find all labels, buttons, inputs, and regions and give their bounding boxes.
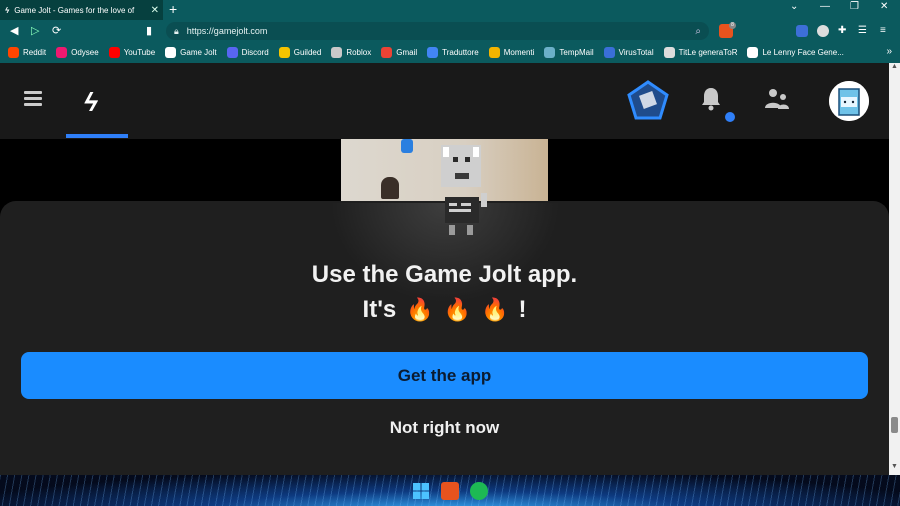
browser-tab-active[interactable]: ϟ Game Jolt - Games for the love of ✕ [0, 0, 163, 20]
windows-taskbar [0, 475, 900, 506]
bookmark-label: VirusTotal [618, 48, 654, 57]
bookmark-favicon-icon [108, 47, 120, 58]
friends-icon[interactable] [764, 88, 790, 110]
bookmark-favicon-icon [56, 47, 68, 58]
fire-icon: 🔥 [481, 297, 509, 322]
menu-icon[interactable] [24, 91, 42, 107]
bookmark-item[interactable]: TempMail [544, 47, 594, 58]
bookmark-label: Odysee [71, 48, 99, 57]
bookmark-label: Guilded [293, 48, 322, 57]
bookmark-favicon-icon [603, 47, 615, 58]
bookmark-label: YouTube [123, 48, 156, 57]
get-the-app-button[interactable]: Get the app [21, 352, 868, 399]
bookmark-item[interactable]: Discord [226, 47, 269, 58]
bookmarks-overflow-icon[interactable]: » [886, 46, 892, 57]
bookmark-item[interactable]: Gmail [381, 47, 417, 58]
prompt-subtitle-text: It's [362, 296, 397, 323]
not-right-now-button[interactable]: Not right now [0, 418, 889, 438]
bookmark-label: TempMail [559, 48, 594, 57]
prompt-exclaim: ! [518, 296, 527, 323]
bookmark-label: Reddit [23, 48, 47, 57]
bookmark-label: Momenti [503, 48, 535, 57]
bookmark-favicon-icon [544, 47, 556, 58]
lock-icon: 🔒︎ [174, 25, 179, 36]
notifications-bell-icon[interactable] [701, 87, 721, 111]
browser-toolbar: ◀ ▷ ⟳ ▮ 🔒︎ https://gamejolt.com ⌕ 8 ✚ ☰ … [0, 20, 900, 42]
bookmark-label: Game Jolt [180, 48, 217, 57]
fire-icon: 🔥 [406, 297, 434, 322]
browser-menu-icon[interactable]: ≡ [880, 25, 892, 37]
new-tab-button[interactable]: + [169, 1, 177, 17]
scroll-thumb[interactable] [891, 417, 898, 433]
reading-list-icon[interactable]: ☰ [858, 25, 870, 37]
tab-search-chevron-icon[interactable]: ⌄ [790, 1, 798, 12]
brave-shields-count: 8 [729, 22, 736, 29]
bookmark-item[interactable]: YouTube [108, 47, 156, 58]
bookmark-item[interactable]: TitLe generaToR [663, 47, 738, 58]
tab-close-icon[interactable]: ✕ [151, 5, 159, 16]
mascot-robot-icon [441, 145, 487, 235]
back-button[interactable]: ◀ [10, 24, 18, 37]
bookmark-label: Traduttore [442, 48, 479, 57]
reload-button[interactable]: ⟳ [52, 24, 61, 37]
bookmark-favicon-icon [488, 47, 500, 58]
bookmark-favicon-icon [226, 47, 238, 58]
heart-speech-icon [401, 139, 413, 153]
gamejolt-favicon-icon: ϟ [5, 5, 10, 15]
bookmark-favicon-icon [427, 47, 439, 58]
browser-tabstrip: ϟ Game Jolt - Games for the love of ✕ + … [0, 0, 900, 20]
active-nav-indicator [66, 134, 128, 138]
prompt-title: Use the Game Jolt app. [311, 261, 578, 288]
notification-dot [725, 112, 735, 122]
scroll-down-arrow-icon[interactable]: ▼ [891, 463, 898, 470]
gamejolt-logo-icon[interactable]: ϟ [84, 87, 98, 118]
bookmark-item[interactable]: Roblox [331, 47, 371, 58]
scroll-up-arrow-icon[interactable]: ▲ [891, 63, 898, 70]
gamejolt-page: ϟ Use the Game Jolt app. It's 🔥 🔥 🔥 ! Ge… [0, 63, 889, 475]
zoom-icon[interactable]: ⌕ [695, 26, 701, 37]
bookmark-item[interactable]: Traduttore [427, 47, 479, 58]
bookmark-item[interactable]: Odysee [56, 47, 99, 58]
user-avatar[interactable] [829, 81, 869, 121]
url-text: https://gamejolt.com [186, 26, 268, 36]
bookmark-item[interactable]: Momenti [488, 47, 535, 58]
bookmark-page-icon[interactable]: ▮ [146, 24, 152, 37]
extension-icon[interactable] [817, 25, 829, 37]
extension-icon[interactable] [796, 25, 808, 37]
close-window-button[interactable]: ✕ [880, 1, 888, 12]
windows-start-icon[interactable] [412, 482, 430, 500]
quests-icon[interactable] [627, 80, 669, 122]
puzzle-extensions-icon[interactable]: ✚ [838, 25, 850, 37]
banner-person [381, 177, 399, 199]
bookmark-item[interactable]: Le Lenny Face Gene... [747, 47, 844, 58]
restore-button[interactable]: ❐ [850, 1, 859, 12]
bookmark-favicon-icon [381, 47, 393, 58]
tab-title: Game Jolt - Games for the love of [14, 5, 135, 15]
bookmark-label: Discord [241, 48, 269, 57]
prompt-subtitle: It's 🔥 🔥 🔥 ! [0, 296, 889, 324]
fire-icon: 🔥 [443, 297, 472, 322]
bookmark-label: TitLe generaToR [678, 48, 738, 57]
bookmark-item[interactable]: Guilded [278, 47, 322, 58]
bookmark-label: Gmail [396, 48, 418, 57]
bookmark-favicon-icon [165, 47, 177, 58]
site-header: ϟ [0, 63, 889, 139]
bookmark-item[interactable]: Game Jolt [165, 47, 217, 58]
page-scrollbar[interactable]: ▲ ▼ [889, 63, 900, 475]
bookmark-item[interactable]: VirusTotal [603, 47, 654, 58]
bookmark-favicon-icon [331, 47, 343, 58]
address-bar[interactable]: 🔒︎ https://gamejolt.com ⌕ [166, 22, 709, 40]
brave-browser-taskbar-icon[interactable] [441, 482, 459, 500]
bookmarks-bar: Reddit Odysee YouTube Game Jolt Discord Guild… [0, 42, 900, 63]
bookmark-item[interactable]: Reddit [8, 47, 46, 58]
bookmark-favicon-icon [663, 47, 675, 58]
bookmark-favicon-icon [8, 47, 19, 58]
minimize-button[interactable]: — [820, 1, 830, 12]
bookmark-favicon-icon [747, 47, 759, 58]
bookmark-label: Roblox [346, 48, 372, 57]
forward-button[interactable]: ▷ [31, 24, 39, 37]
bookmark-favicon-icon [278, 47, 290, 58]
spotify-taskbar-icon[interactable] [470, 482, 488, 500]
bookmark-label: Le Lenny Face Gene... [762, 48, 844, 57]
